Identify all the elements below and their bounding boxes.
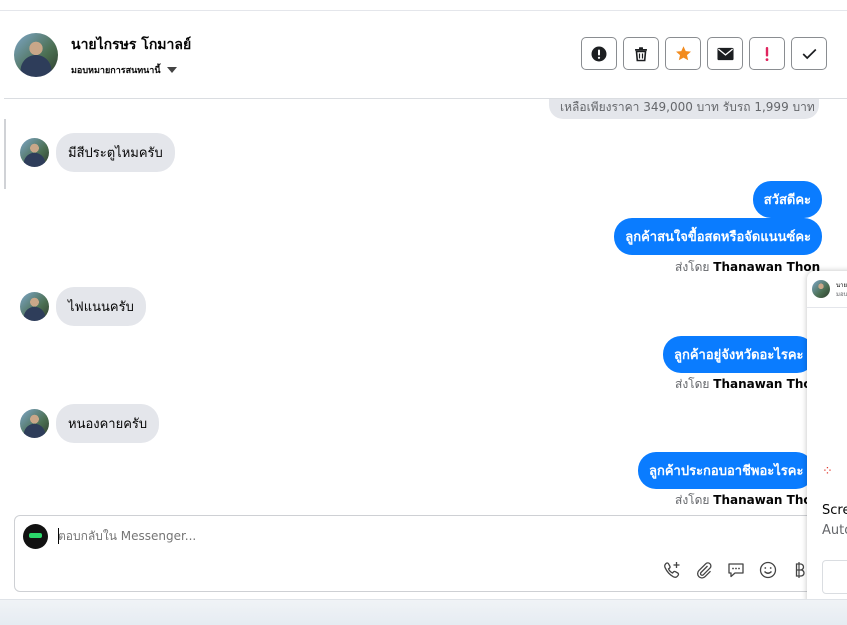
sent-by-label: ส่งโดย Thanawan Thon ? xyxy=(675,258,822,277)
check-icon xyxy=(802,48,816,59)
sent-by-label: ส่งโดย Thanawan Thon xyxy=(675,491,820,510)
page-avatar xyxy=(23,524,48,549)
incoming-message-bubble[interactable]: ไฟแนนครับ xyxy=(56,287,146,326)
taskbar-strip xyxy=(0,599,847,625)
scroll-indicator xyxy=(4,119,6,189)
outgoing-message-bubble[interactable]: ลูกค้าประกอบอาชีพอะไรคะ xyxy=(638,452,815,489)
popup-button[interactable] xyxy=(822,560,847,594)
mark-unread-button[interactable] xyxy=(707,37,743,70)
reply-composer xyxy=(14,515,830,592)
header-actions xyxy=(581,37,827,70)
sent-by-label: ส่งโดย Thanawan Thon xyxy=(675,375,820,394)
inbox-conversation-panel: นายไกรษร โกมาลย์ มอบหมายการสนทนานี้ เหลื… xyxy=(4,11,847,599)
popup-text-line-1: Scre xyxy=(822,503,847,518)
call-add-button[interactable] xyxy=(662,560,682,580)
emoji-icon xyxy=(759,561,777,579)
saved-reply-button[interactable] xyxy=(726,560,746,580)
outgoing-message-bubble[interactable]: ลูกค้าสนใจขื้อสดหรือจัดแนนซ์คะ xyxy=(614,218,822,255)
saved-reply-icon xyxy=(728,563,744,578)
contact-name[interactable]: นายไกรษร โกมาลย์ xyxy=(71,34,191,56)
exclamation-icon xyxy=(765,46,769,61)
mark-done-button[interactable] xyxy=(791,37,827,70)
popup-avatar xyxy=(812,280,830,298)
sent-by-name: Thanawan Thon xyxy=(713,260,821,274)
sent-by-prefix: ส่งโดย xyxy=(675,493,710,507)
baht-icon xyxy=(795,562,805,578)
envelope-icon xyxy=(716,47,734,60)
partial-message-text: เหลือเพียงราคา 349,000 บาท รับรถ 1,999 บ… xyxy=(560,100,815,114)
window-top-border xyxy=(0,0,847,11)
sent-by-prefix: ส่งโดย xyxy=(675,377,710,391)
reply-input[interactable] xyxy=(58,529,758,543)
sent-by-name: Thanawan Thon xyxy=(713,493,821,507)
popup-divider xyxy=(807,307,847,308)
assign-label: มอบหมายการสนทนานี้ xyxy=(71,66,161,76)
alert-circle-icon xyxy=(591,46,607,61)
call-add-icon xyxy=(664,562,680,578)
sent-by-name: Thanawan Thon xyxy=(713,377,821,391)
contact-avatar-small[interactable] xyxy=(20,409,49,438)
emoji-button[interactable] xyxy=(758,560,778,580)
attachment-icon xyxy=(696,562,712,579)
app-icon: ⁘ xyxy=(822,464,833,479)
incoming-message-row: มีสีประตูไหมครับ xyxy=(20,133,175,172)
trash-icon xyxy=(635,46,647,61)
incoming-message-row: หนองคายครับ xyxy=(20,404,160,443)
attachment-button[interactable] xyxy=(694,560,714,580)
follow-up-button[interactable] xyxy=(749,37,785,70)
outgoing-message-bubble[interactable]: ลูกค้าอยู่จังหวัดอะไรคะ xyxy=(663,336,815,373)
incoming-message-row: ไฟแนนครับ xyxy=(20,287,146,326)
composer-tools xyxy=(662,560,810,580)
message-thread[interactable]: เหลือเพียงราคา 349,000 บาท รับรถ 1,999 บ… xyxy=(4,99,822,514)
incoming-message-bubble[interactable]: หนองคายครับ xyxy=(56,404,160,443)
contact-avatar-small[interactable] xyxy=(20,138,49,167)
popup-text-line-2: Auto xyxy=(822,523,847,538)
contact-avatar-small[interactable] xyxy=(20,292,49,321)
caret-down-icon xyxy=(166,67,177,73)
delete-button[interactable] xyxy=(623,37,659,70)
floating-chat-popup[interactable]: นาย มอบ ⁘ Scre Auto xyxy=(807,271,847,607)
popup-subtitle: มอบ xyxy=(836,291,847,298)
conversation-header: นายไกรษร โกมาลย์ มอบหมายการสนทนานี้ xyxy=(4,11,847,99)
assign-conversation-dropdown[interactable]: มอบหมายการสนทนานี้ xyxy=(71,63,177,77)
text-cursor xyxy=(58,528,59,544)
star-icon xyxy=(675,46,691,61)
outgoing-message-bubble[interactable]: สวัสดีคะ xyxy=(752,181,822,218)
incoming-message-bubble[interactable]: มีสีประตูไหมครับ xyxy=(56,133,175,172)
sent-by-prefix: ส่งโดย xyxy=(675,260,710,274)
contact-avatar[interactable] xyxy=(14,33,58,77)
mark-spam-button[interactable] xyxy=(581,37,617,70)
star-button[interactable] xyxy=(665,37,701,70)
